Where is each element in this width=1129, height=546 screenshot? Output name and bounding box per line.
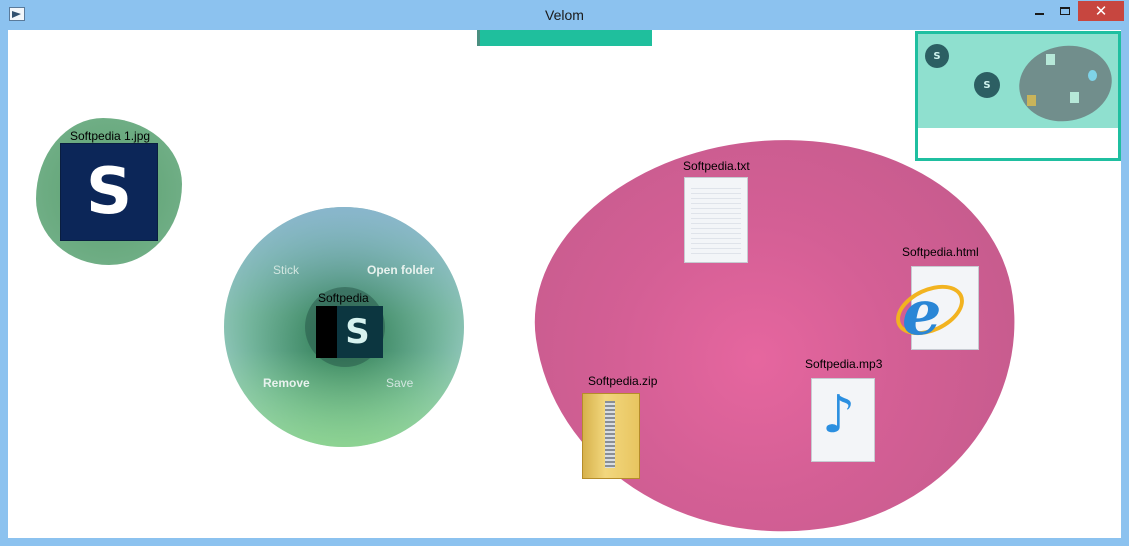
stick-button[interactable]: Stick xyxy=(273,263,299,277)
maximize-icon xyxy=(1060,7,1070,15)
minimap-html-icon xyxy=(1088,70,1097,81)
selected-thumb-letter: S xyxy=(345,312,370,352)
file-label-selected: Softpedia xyxy=(318,291,369,305)
file-label-zip: Softpedia.zip xyxy=(588,374,658,388)
canvas[interactable]: Softpedia 1.jpg S Stick Open folder Remo… xyxy=(8,30,1121,538)
save-button[interactable]: Save xyxy=(386,376,413,390)
selected-file-icon[interactable]: S xyxy=(316,306,383,358)
close-button[interactable]: ✕ xyxy=(1078,1,1124,21)
maximize-button[interactable] xyxy=(1052,1,1078,21)
app-window: Velom ✕ Softpedia 1.jpg S Stick Open fol… xyxy=(0,0,1129,546)
minimize-icon xyxy=(1034,13,1044,15)
audio-file-icon[interactable]: ♪ xyxy=(811,378,875,462)
window-title: Velom xyxy=(545,7,584,23)
image-thumb-letter: S xyxy=(85,155,133,229)
minimap[interactable]: S S xyxy=(915,31,1121,161)
minimap-item-jpg: S xyxy=(925,44,949,68)
minimap-txt-icon xyxy=(1046,54,1055,65)
file-label-mp3: Softpedia.mp3 xyxy=(805,357,883,371)
minimap-zip-icon xyxy=(1027,95,1036,106)
zip-file-icon[interactable] xyxy=(582,393,640,479)
file-label-jpg: Softpedia 1.jpg xyxy=(70,129,151,143)
remove-button[interactable]: Remove xyxy=(263,376,310,390)
minimap-item-selected: S xyxy=(974,72,1000,98)
image-file-icon[interactable]: S xyxy=(60,143,158,241)
file-label-html: Softpedia.html xyxy=(902,245,979,259)
open-folder-button[interactable]: Open folder xyxy=(367,263,434,277)
close-icon: ✕ xyxy=(1094,3,1108,20)
text-file-icon[interactable] xyxy=(684,177,748,263)
title-bar[interactable]: Velom ✕ xyxy=(0,0,1129,30)
ie-icon: e xyxy=(902,276,942,349)
file-label-txt: Softpedia.txt xyxy=(683,159,750,173)
top-handle[interactable] xyxy=(477,30,652,46)
music-note-icon: ♪ xyxy=(822,385,856,445)
minimize-button[interactable] xyxy=(1026,1,1052,21)
minimap-mp3-icon xyxy=(1070,92,1079,103)
